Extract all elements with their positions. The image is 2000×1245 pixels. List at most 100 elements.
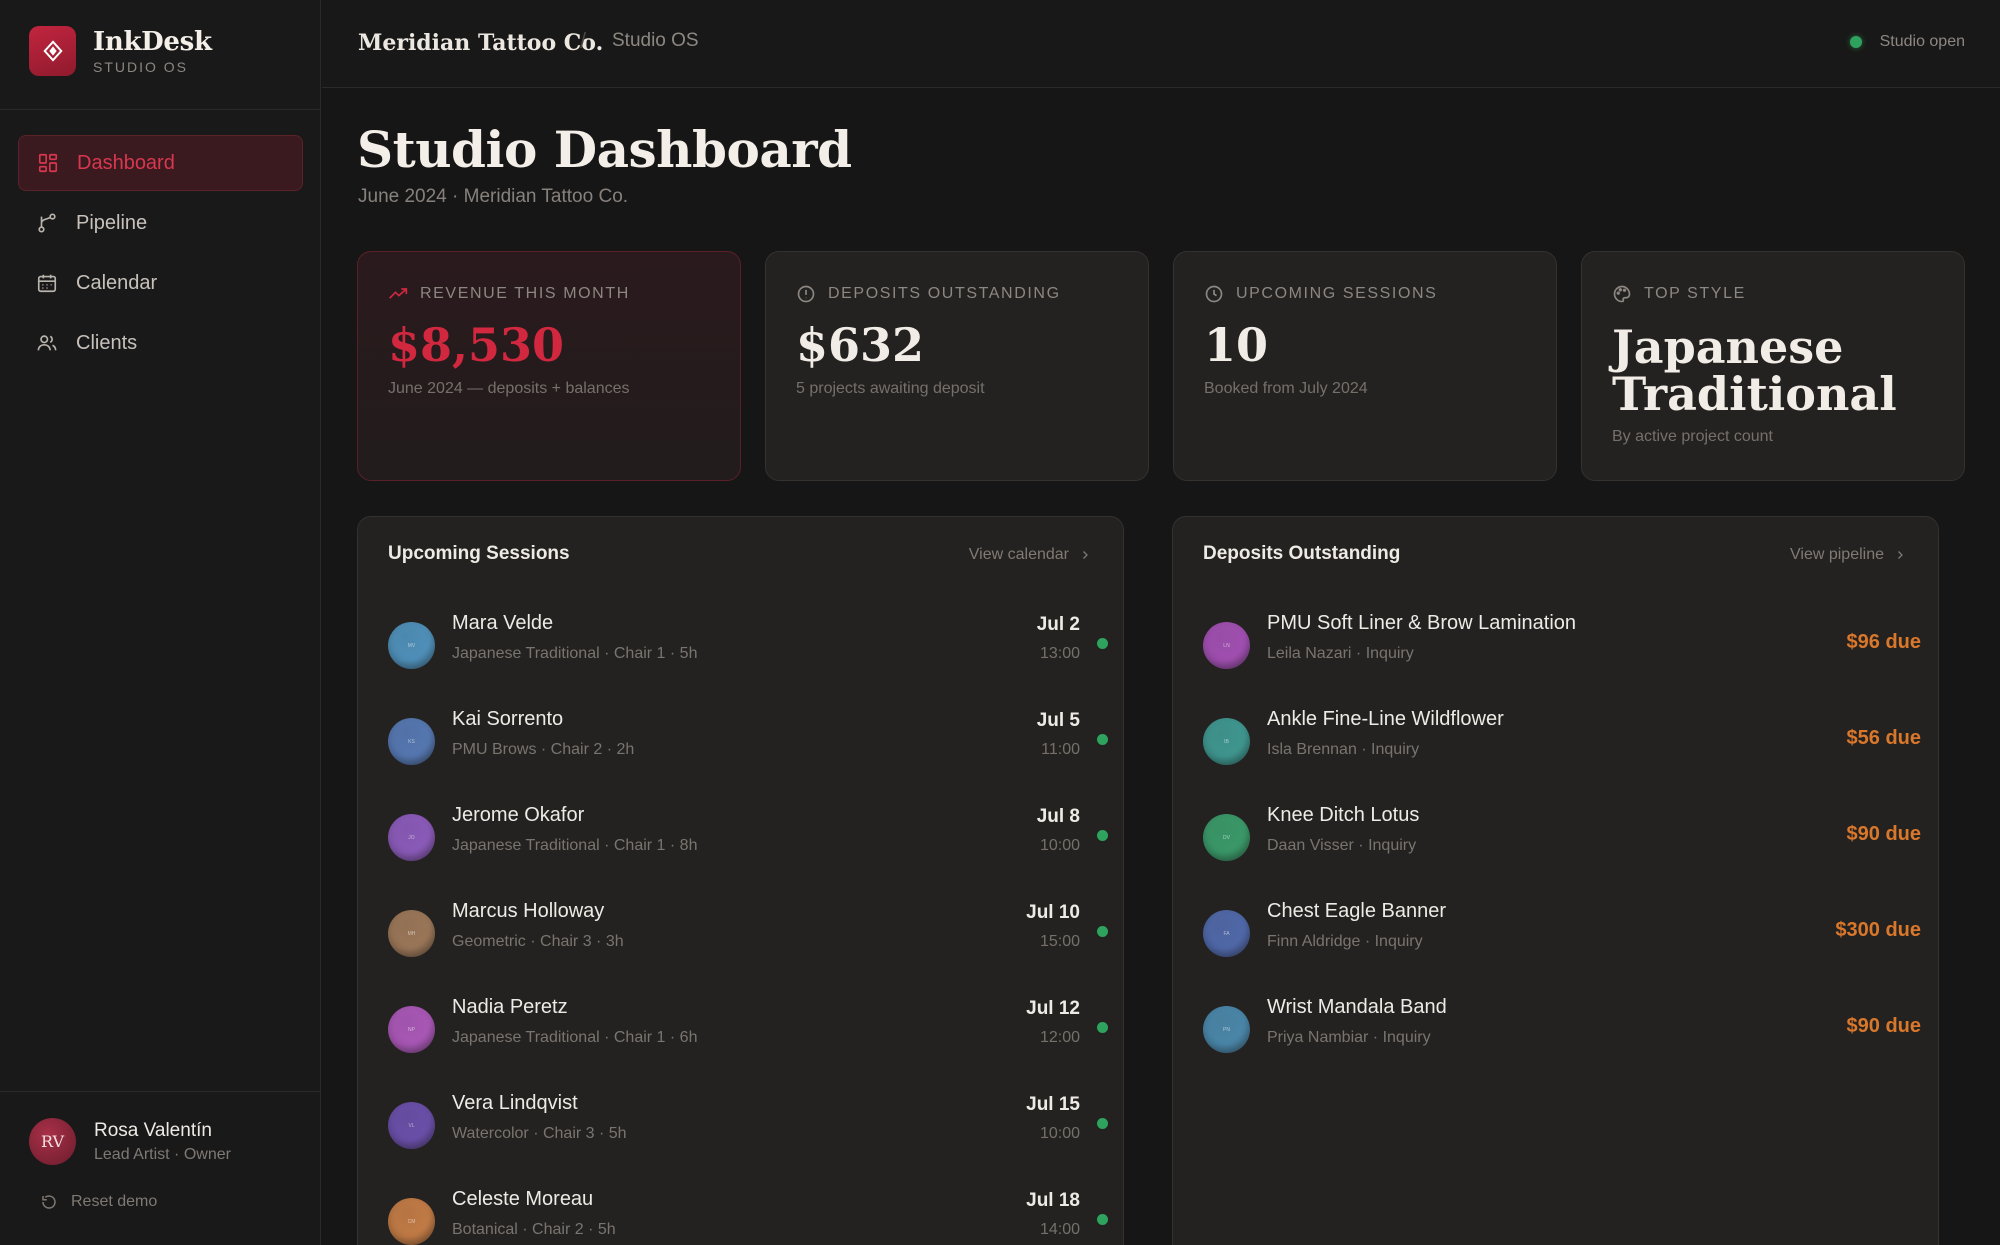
session-row[interactable]: JO Jerome Okafor Japanese Traditional · Ch… (388, 804, 1108, 884)
avatar: MH (388, 910, 435, 957)
branch-icon (35, 211, 59, 235)
confirmed-dot-icon (1097, 1214, 1108, 1225)
sidebar-item-dashboard[interactable]: Dashboard (18, 135, 303, 191)
session-detail: Japanese Traditional · Chair 1 · 6h (452, 1029, 698, 1046)
sidebar-item-pipeline[interactable]: Pipeline (18, 195, 303, 251)
stat-value: $8,530 (388, 318, 565, 372)
project-name: Wrist Mandala Band (1267, 996, 1447, 1018)
avatar: FA (1203, 910, 1250, 957)
view-pipeline-link[interactable]: View pipeline (1790, 546, 1906, 564)
users-icon (35, 331, 59, 355)
user-profile[interactable]: RV Rosa Valentín Lead Artist · Owner (29, 1118, 231, 1165)
session-time: 12:00 (1039, 1029, 1080, 1046)
deposit-row[interactable]: IB Ankle Fine-Line Wildflower Isla Brennan… (1203, 708, 1923, 788)
avatar: DV (1203, 814, 1250, 861)
sidebar-item-calendar[interactable]: Calendar (18, 255, 303, 311)
deposit-row[interactable]: PN Wrist Mandala Band Priya Nambiar · Inqu… (1203, 996, 1923, 1076)
sidebar-item-label: Pipeline (76, 211, 148, 234)
status-dot-icon (1849, 36, 1862, 48)
brand-name: InkDesk (93, 27, 212, 57)
stat-card-revenue: REVENUE THIS MONTH $8,530 June 2024 — de… (357, 251, 741, 481)
stat-note: By active project count (1612, 428, 1773, 445)
session-row[interactable]: CM Celeste Moreau Botanical · Chair 2 · 5h… (388, 1188, 1108, 1245)
reset-icon (40, 1193, 58, 1211)
session-detail: Japanese Traditional · Chair 1 · 5h (452, 645, 698, 662)
brand[interactable]: InkDesk STUDIO OS (29, 26, 212, 76)
studio-status: Studio open (1849, 33, 1965, 51)
project-name: Ankle Fine-Line Wildflower (1267, 708, 1504, 730)
panel-title: Deposits Outstanding (1203, 543, 1401, 564)
client-name: Marcus Holloway (452, 900, 605, 922)
page-subtitle: June 2024 · Meridian Tattoo Co. (358, 186, 629, 207)
deposit-row[interactable]: LN PMU Soft Liner & Brow Lamination Leila … (1203, 612, 1923, 692)
client-name: Kai Sorrento (452, 708, 564, 730)
client-name: Nadia Peretz (452, 996, 568, 1018)
reset-demo-button[interactable]: Reset demo (40, 1193, 157, 1211)
avatar: VL (388, 1102, 435, 1149)
amount-due: $56 due (1846, 727, 1921, 749)
client-name: Jerome Okafor (452, 804, 585, 826)
amount-due: $90 due (1846, 823, 1921, 845)
project-detail: Leila Nazari · Inquiry (1267, 645, 1414, 662)
session-detail: Geometric · Chair 3 · 3h (452, 933, 624, 950)
sidebar-item-clients[interactable]: Clients (18, 315, 303, 371)
sidebar-item-label: Clients (76, 331, 138, 354)
client-name: Vera Lindqvist (452, 1092, 578, 1114)
palette-icon (1612, 284, 1632, 304)
session-row[interactable]: KS Kai Sorrento PMU Brows · Chair 2 · 2h Ju… (388, 708, 1108, 788)
breadcrumb-studio[interactable]: Meridian Tattoo Co. (358, 30, 603, 56)
sidebar-item-label: Calendar (76, 271, 158, 294)
stat-label: DEPOSITS OUTSTANDING (828, 285, 1061, 302)
top-bar: Meridian Tattoo Co. / Studio OS Studio o… (322, 0, 2000, 88)
confirmed-dot-icon (1097, 638, 1108, 649)
confirmed-dot-icon (1097, 734, 1108, 745)
stat-note: June 2024 — deposits + balances (388, 380, 630, 397)
session-detail: Watercolor · Chair 3 · 5h (452, 1125, 627, 1142)
session-row[interactable]: NP Nadia Peretz Japanese Traditional · Cha… (388, 996, 1108, 1076)
amount-due: $96 due (1846, 631, 1921, 653)
stat-value: $632 (796, 318, 925, 372)
avatar: IB (1203, 718, 1250, 765)
reset-demo-label: Reset demo (71, 1193, 158, 1210)
avatar: LN (1203, 622, 1250, 669)
deposit-row[interactable]: DV Knee Ditch Lotus Daan Visser · Inquiry $… (1203, 804, 1923, 884)
link-label: View calendar (968, 546, 1069, 563)
deposits-outstanding-panel: Deposits Outstanding View pipeline LN PMU… (1172, 516, 1939, 1245)
session-time: 14:00 (1039, 1221, 1080, 1238)
sidebar-item-label: Dashboard (77, 151, 175, 174)
brand-subtitle: STUDIO OS (93, 59, 189, 75)
session-row[interactable]: MH Marcus Holloway Geometric · Chair 3 · 3… (388, 900, 1108, 980)
session-time: 10:00 (1039, 837, 1080, 854)
stat-card-top-style: TOP STYLE Japanese Traditional By active… (1581, 251, 1965, 481)
stat-label: REVENUE THIS MONTH (420, 285, 630, 302)
user-name: Rosa Valentín (94, 1119, 212, 1141)
project-name: Chest Eagle Banner (1267, 900, 1447, 922)
project-name: PMU Soft Liner & Brow Lamination (1267, 612, 1577, 634)
session-row[interactable]: MV Mara Velde Japanese Traditional · Chair… (388, 612, 1108, 692)
sidebar-divider (0, 1091, 321, 1092)
deposit-row[interactable]: FA Chest Eagle Banner Finn Aldridge · Inqu… (1203, 900, 1923, 980)
panel-title: Upcoming Sessions (388, 543, 570, 564)
calendar-icon (35, 271, 59, 295)
session-date: Jul 2 (1036, 614, 1080, 635)
project-detail: Isla Brennan · Inquiry (1267, 741, 1420, 758)
avatar: PN (1203, 1006, 1250, 1053)
session-row[interactable]: VL Vera Lindqvist Watercolor · Chair 3 · 5… (388, 1092, 1108, 1172)
view-calendar-link[interactable]: View calendar (969, 546, 1091, 564)
session-date: Jul 18 (1026, 1190, 1080, 1211)
confirmed-dot-icon (1097, 830, 1108, 841)
diamond-logo-icon (29, 26, 76, 76)
breadcrumb-app: Studio OS (612, 30, 699, 51)
sidebar-divider (0, 109, 321, 110)
stat-note: 5 projects awaiting deposit (796, 380, 985, 397)
breadcrumb-separator: / (580, 28, 587, 53)
session-detail: PMU Brows · Chair 2 · 2h (452, 741, 635, 758)
session-date: Jul 5 (1036, 710, 1080, 731)
confirmed-dot-icon (1097, 1022, 1108, 1033)
stat-card-sessions: UPCOMING SESSIONS 10 Booked from July 20… (1173, 251, 1557, 481)
amount-due: $90 due (1846, 1015, 1921, 1037)
stat-note: Booked from July 2024 (1204, 380, 1368, 397)
stat-value-line: Traditional (1612, 367, 1897, 421)
project-detail: Daan Visser · Inquiry (1267, 837, 1417, 854)
session-time: 15:00 (1039, 933, 1080, 950)
